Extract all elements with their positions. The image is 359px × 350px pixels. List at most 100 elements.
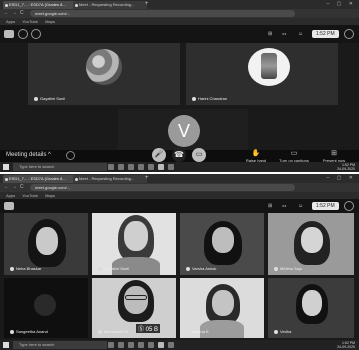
browser-tab-bar: ESD1_7... : ESD7A (Grades 8... Meet - Re… xyxy=(0,0,359,9)
mic-icon xyxy=(98,329,102,334)
participant-name: Harini Chandran xyxy=(192,96,227,101)
back-button[interactable]: ← xyxy=(4,10,9,17)
layout-icon[interactable]: ⊞ xyxy=(268,31,272,37)
grid-icon[interactable]: ⚏ xyxy=(282,31,286,37)
participant-video xyxy=(34,294,56,316)
browser-tab-2[interactable]: Meet - Requesting Recording... xyxy=(73,1,147,9)
task-view-icon[interactable] xyxy=(108,164,114,170)
chat-icon[interactable] xyxy=(31,29,41,39)
watermark-text: Ⓢ 05 B xyxy=(136,324,161,333)
meeting-details-button[interactable]: Meeting details ^ xyxy=(6,152,51,158)
mic-icon xyxy=(10,329,14,334)
mic-icon xyxy=(98,266,102,271)
participant-tile-8[interactable]: Vedha xyxy=(268,278,354,338)
mic-icon xyxy=(192,96,196,101)
mail-icon[interactable] xyxy=(148,342,154,348)
task-view-icon[interactable] xyxy=(108,342,114,348)
chrome-icon[interactable] xyxy=(158,164,164,170)
participant-name: Neha Bhaskar xyxy=(10,266,41,271)
url-field[interactable]: meet.google.com/... xyxy=(30,184,295,191)
tab-favicon xyxy=(75,178,78,181)
browser-tab-2[interactable]: Meet - Requesting Recording... xyxy=(73,175,147,183)
app-icon[interactable] xyxy=(168,342,174,348)
store-icon[interactable] xyxy=(138,342,144,348)
meet-logo-icon xyxy=(4,30,14,38)
hangup-icon: ☎ xyxy=(174,150,184,159)
app-icon[interactable] xyxy=(168,164,174,170)
participant-tile-2[interactable]: Harini Chandran xyxy=(186,43,338,105)
glasses-icon xyxy=(125,295,147,300)
camera-toggle-button[interactable]: ▭ xyxy=(192,148,206,162)
people-icon[interactable] xyxy=(18,29,28,39)
grid-icon[interactable]: ⚏ xyxy=(282,203,286,209)
participant-tile-2[interactable]: Gayathri Sunil xyxy=(92,213,176,275)
mic-toggle-button[interactable]: 🎤 xyxy=(152,148,166,162)
hangup-button[interactable]: ☎ xyxy=(172,148,186,162)
participant-face xyxy=(212,227,234,253)
meet-logo-icon xyxy=(4,202,14,210)
account-avatar-icon[interactable] xyxy=(344,29,354,39)
participant-name: Varsha Ashok xyxy=(186,266,216,271)
bookmark-apps[interactable]: Apps xyxy=(6,193,15,198)
store-icon[interactable] xyxy=(138,164,144,170)
file-explorer-icon[interactable] xyxy=(128,164,134,170)
bookmark-maps[interactable]: Maps xyxy=(45,193,55,198)
mail-icon[interactable] xyxy=(148,164,154,170)
address-bar-row: ← → C meet.google.com/... xyxy=(0,183,359,192)
presenter-tile[interactable]: V xyxy=(118,109,248,151)
present-icon: ⊞ xyxy=(331,150,337,157)
participant-tile-1[interactable]: Neha Bhaskar xyxy=(4,213,88,275)
bookmark-youtube[interactable]: YouTube xyxy=(22,193,38,198)
browser-tab-1[interactable]: ESD1_7... : ESD7A (Grades 8... xyxy=(3,175,77,183)
participant-tile-7[interactable]: Aparna K xyxy=(180,278,264,338)
edge-icon[interactable] xyxy=(118,342,124,348)
window-controls[interactable]: – ▢ ✕ xyxy=(327,175,356,181)
taskbar-search-input[interactable]: Type here to search xyxy=(13,163,107,171)
participant-name: Vedha xyxy=(274,329,291,334)
meet-top-bar: ⊞ ⚏ ☺ 1:52 PM xyxy=(0,199,359,213)
user-icon[interactable]: ☺ xyxy=(298,203,303,209)
back-button[interactable]: ← xyxy=(4,184,9,191)
presenter-avatar: V xyxy=(168,115,200,147)
bookmark-maps[interactable]: Maps xyxy=(45,19,55,24)
meet-top-bar: ⊞ ⚏ ☺ 1:52 PM xyxy=(0,25,359,43)
mic-icon xyxy=(186,329,190,334)
new-tab-button[interactable]: + xyxy=(145,1,149,8)
windows-start-icon[interactable] xyxy=(3,342,9,348)
participant-tile-5[interactable]: Sangeetha Anand xyxy=(4,278,88,338)
url-field[interactable]: meet.google.com/... xyxy=(30,10,295,17)
meet-clock: 1:52 PM xyxy=(312,202,339,210)
meet-screenshot-top: ESD1_7... : ESD7A (Grades 8... Meet - Re… xyxy=(0,0,359,172)
forward-button[interactable]: → xyxy=(12,184,17,191)
reload-button[interactable]: C xyxy=(20,184,24,191)
account-avatar-icon[interactable] xyxy=(344,201,354,211)
participant-face xyxy=(124,221,148,251)
mic-icon xyxy=(274,329,278,334)
file-explorer-icon[interactable] xyxy=(128,342,134,348)
participant-tile-6[interactable]: Meenakshi M Ⓢ 05 B xyxy=(92,278,176,338)
browser-tab-1[interactable]: ESD1_7... : ESD7A (Grades 8... xyxy=(3,1,77,9)
tab-favicon xyxy=(5,178,8,181)
participant-tile-4[interactable]: Mihitha Saju xyxy=(268,213,354,275)
edge-icon[interactable] xyxy=(118,164,124,170)
reload-button[interactable]: C xyxy=(20,10,24,17)
bookmarks-bar: Apps YouTube Maps xyxy=(0,192,359,199)
window-controls[interactable]: – ▢ ✕ xyxy=(327,1,356,7)
mic-icon xyxy=(34,96,38,101)
participant-tile-3[interactable]: Varsha Ashok xyxy=(180,213,264,275)
forward-button[interactable]: → xyxy=(12,10,17,17)
chrome-icon[interactable] xyxy=(158,342,164,348)
participant-tile-1[interactable]: Gayathri Sunil xyxy=(28,43,180,105)
shield-icon[interactable] xyxy=(66,151,75,160)
new-tab-button[interactable]: + xyxy=(145,175,149,182)
bookmark-apps[interactable]: Apps xyxy=(6,19,15,24)
tab-title: ESD1_7... : ESD7A (Grades 8... xyxy=(9,176,66,181)
user-icon[interactable]: ☺ xyxy=(298,31,303,37)
bookmark-youtube[interactable]: YouTube xyxy=(22,19,38,24)
windows-start-icon[interactable] xyxy=(3,164,9,170)
participant-face xyxy=(124,286,148,314)
taskbar-search-input[interactable]: Type here to search xyxy=(13,341,107,349)
chevron-up-icon: ^ xyxy=(48,152,51,158)
layout-icon[interactable]: ⊞ xyxy=(268,203,272,209)
tab-favicon xyxy=(75,4,78,7)
